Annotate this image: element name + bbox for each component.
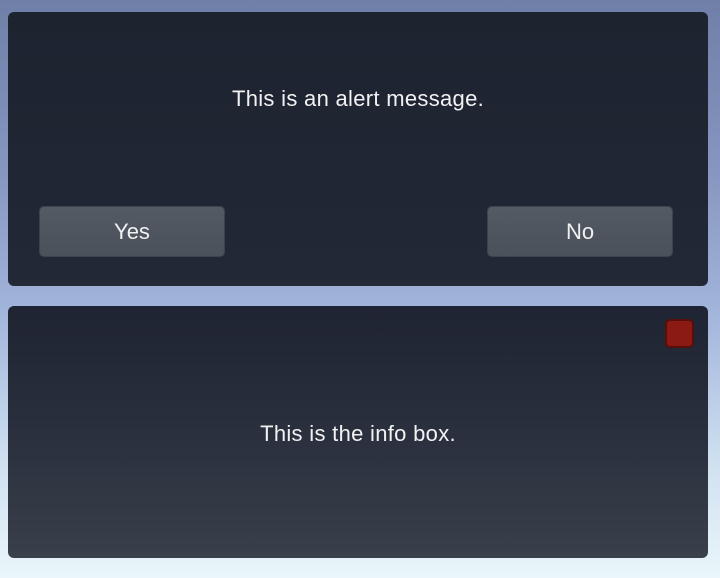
alert-message: This is an alert message. bbox=[231, 86, 485, 111]
alert-dialog: This is an alert message. Yes No bbox=[8, 12, 708, 286]
yes-button[interactable]: Yes bbox=[39, 206, 225, 257]
info-box: This is the info box. bbox=[8, 306, 708, 558]
close-icon[interactable] bbox=[665, 319, 694, 348]
info-message: This is the info box. bbox=[260, 421, 456, 446]
no-button[interactable]: No bbox=[487, 206, 673, 257]
